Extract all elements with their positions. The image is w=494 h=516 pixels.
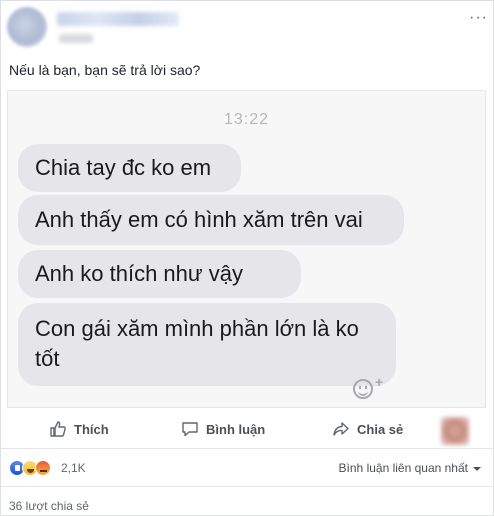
- share-button-label: Chia sẻ: [357, 421, 404, 437]
- facebook-post: ··· Nếu là bạn, bạn sẽ trả lời sao? 13:2…: [0, 0, 494, 516]
- viewer-avatar-blurred[interactable]: [441, 417, 469, 445]
- caret-down-icon: [473, 466, 481, 471]
- post-caption: Nếu là bạn, bạn sẽ trả lời sao?: [9, 62, 201, 78]
- like-button[interactable]: Thích: [49, 418, 109, 440]
- chat-screenshot-image[interactable]: 13:22 Chia tay đc ko em Anh thấy em có h…: [7, 90, 486, 408]
- comment-button-label: Bình luận: [206, 421, 266, 437]
- chat-bubble-text: Anh ko thích như vậy: [35, 261, 243, 286]
- chat-bubble: Chia tay đc ko em: [18, 144, 241, 192]
- chat-bubble-text: Con gái xăm mình phần lớn là ko tốt: [35, 316, 359, 371]
- reaction-count[interactable]: 2,1K: [61, 461, 86, 475]
- chat-bubble-text: Anh thấy em có hình xăm trên vai: [35, 207, 363, 232]
- chat-bubble-text: Chia tay đc ko em: [35, 155, 212, 180]
- like-button-label: Thích: [74, 421, 109, 437]
- share-button[interactable]: Chia sẻ: [332, 418, 403, 440]
- reactions-bar: 2,1K Bình luận liên quan nhất: [1, 449, 494, 487]
- comment-sort-label: Bình luận liên quan nhất: [338, 461, 468, 475]
- reaction-icons[interactable]: [9, 460, 51, 476]
- comment-button[interactable]: Bình luận: [181, 418, 265, 440]
- add-emoji-icon: +: [353, 374, 387, 400]
- chat-bubble: Anh ko thích như vậy: [18, 250, 301, 298]
- comment-icon: [182, 422, 198, 437]
- author-name-blurred[interactable]: [57, 12, 179, 26]
- chat-bubble: Anh thấy em có hình xăm trên vai: [18, 195, 404, 245]
- angry-reaction-icon: [35, 460, 51, 476]
- chat-bubble: Con gái xăm mình phần lớn là ko tốt: [18, 303, 396, 386]
- share-count[interactable]: 36 lượt chia sẻ: [9, 499, 89, 513]
- chat-timestamp: 13:22: [223, 111, 270, 128]
- post-meta-blurred: [59, 34, 93, 43]
- post-header: ···: [1, 1, 494, 57]
- thumbs-up-icon: [50, 421, 66, 437]
- post-actions-bar: Thích Bình luận Chia sẻ: [1, 409, 494, 449]
- share-arrow-icon: [333, 422, 349, 436]
- comment-sort-dropdown[interactable]: Bình luận liên quan nhất: [339, 461, 481, 475]
- author-avatar[interactable]: [7, 7, 47, 47]
- ellipsis-icon[interactable]: ···: [469, 10, 487, 26]
